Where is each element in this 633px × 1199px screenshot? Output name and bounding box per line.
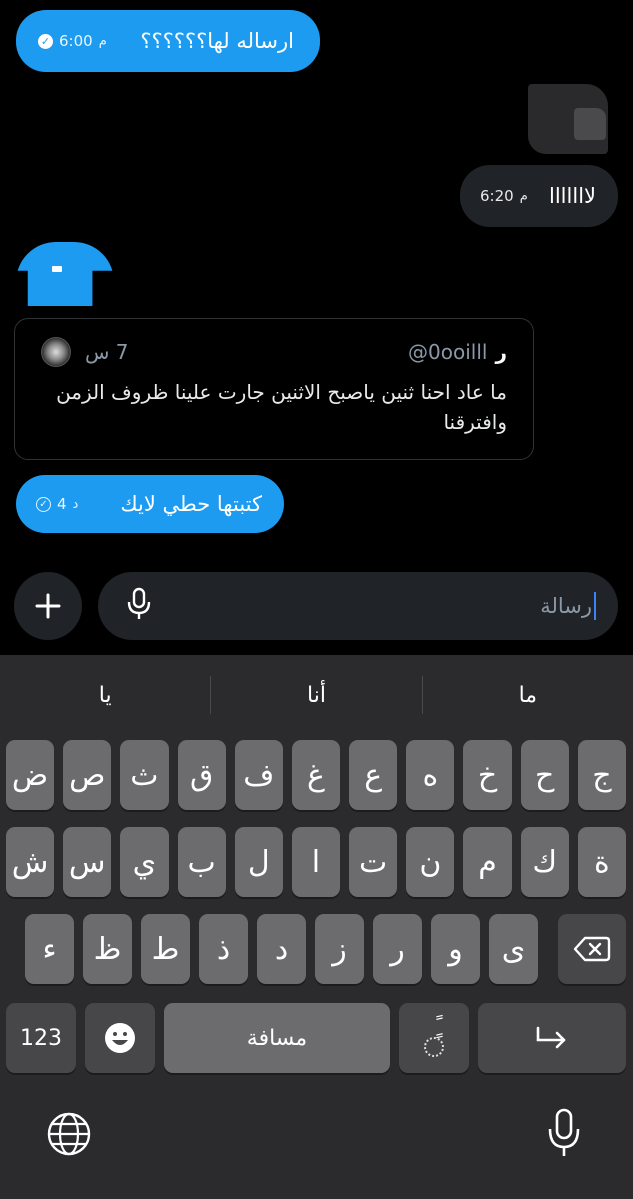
emoji-icon xyxy=(105,1023,135,1053)
key[interactable]: ء xyxy=(25,914,74,984)
dictation-mic-icon[interactable] xyxy=(546,1107,582,1159)
message-time: 4 xyxy=(57,495,67,513)
key[interactable]: س xyxy=(63,827,112,897)
message-time: 6:20 xyxy=(480,187,514,205)
key[interactable]: ع xyxy=(349,740,398,810)
key[interactable]: ن xyxy=(406,827,455,897)
message-meta: ✓ 6:00 م xyxy=(38,32,107,50)
message-ampm: م xyxy=(519,188,528,204)
backspace-icon xyxy=(573,936,611,962)
message-text: ارساله لها؟؟؟؟؟؟ xyxy=(140,29,294,53)
dotted-circle-icon xyxy=(424,1037,444,1057)
quoted-tweet-header: 7 س @0ooilll ر xyxy=(41,337,507,367)
globe-icon[interactable] xyxy=(46,1111,92,1157)
media-indicator-icon xyxy=(52,266,62,272)
quoted-tweet-handle: @0ooilll xyxy=(408,340,488,364)
message-input[interactable] xyxy=(210,593,594,619)
suggestion-1[interactable]: ما xyxy=(423,683,633,708)
key[interactable]: ب xyxy=(177,827,226,897)
quoted-tweet-text: ما عاد احنا ثنين ياصبح الاثنين جارت علين… xyxy=(56,380,507,434)
suggestion-2[interactable]: أنا xyxy=(211,683,421,708)
key[interactable]: ح xyxy=(520,740,569,810)
key[interactable]: ف xyxy=(234,740,283,810)
key[interactable]: غ xyxy=(291,740,341,810)
message-time: 6:00 xyxy=(59,32,93,50)
suggestion-3[interactable]: يا xyxy=(0,683,210,708)
key[interactable]: ض xyxy=(5,740,55,810)
message-ampm: م xyxy=(98,33,107,49)
key[interactable]: ذ xyxy=(199,914,248,984)
key[interactable]: ظ xyxy=(83,914,132,984)
key[interactable]: ى xyxy=(489,914,538,984)
read-check-icon: ✓ xyxy=(38,33,53,49)
key[interactable]: ا xyxy=(291,827,341,897)
backspace-key[interactable] xyxy=(558,914,626,984)
key[interactable]: ش xyxy=(5,827,55,897)
shared-media-preview[interactable] xyxy=(16,242,114,306)
space-key[interactable]: مسافة xyxy=(164,1003,390,1073)
key[interactable]: ص xyxy=(63,740,112,810)
message-bubble-sent[interactable]: ✓ 6:00 م ارساله لها؟؟؟؟؟؟ xyxy=(16,10,320,72)
suggestion-bar: ما أنا يا xyxy=(0,673,633,717)
quoted-tweet-author: 7 س xyxy=(41,337,129,367)
key[interactable]: ر xyxy=(373,914,422,984)
key[interactable]: ي xyxy=(120,827,169,897)
microphone-icon[interactable] xyxy=(126,587,152,625)
message-bubble-sent[interactable]: ✓ 4 د كتبتها حطي لايك xyxy=(16,475,284,533)
quoted-tweet-card[interactable]: 7 س @0ooilll ر ما عاد احنا ثنين ياصبح ال… xyxy=(14,318,534,460)
quoted-tweet-time: 7 س xyxy=(85,340,129,364)
quoted-tweet-name: ر xyxy=(495,340,507,364)
key[interactable]: خ xyxy=(463,740,512,810)
add-attachment-button[interactable] xyxy=(14,572,82,640)
message-ampm: د xyxy=(72,496,79,512)
quoted-tweet-user: @0ooilll ر xyxy=(408,340,507,364)
key-row-2: ة ك م ن ت ا ل ب ي س ش xyxy=(5,827,626,897)
media-shape xyxy=(16,242,114,306)
key[interactable]: د xyxy=(257,914,306,984)
keyboard: ما أنا يا ج ح خ ه ع غ ف ق ث ص ض ة ك م ن … xyxy=(0,655,633,1199)
suggestion-divider xyxy=(421,676,423,714)
key[interactable]: م xyxy=(463,827,512,897)
key[interactable]: ك xyxy=(520,827,569,897)
key[interactable]: ة xyxy=(577,827,626,897)
key[interactable]: ق xyxy=(177,740,226,810)
numbers-key[interactable]: 123 xyxy=(6,1003,76,1073)
key[interactable]: ط xyxy=(141,914,190,984)
key[interactable]: ج xyxy=(577,740,626,810)
key[interactable]: و xyxy=(431,914,480,984)
space-label: مسافة xyxy=(246,1025,308,1051)
key[interactable]: ل xyxy=(234,827,283,897)
key-row-1: ج ح خ ه ع غ ف ق ث ص ض xyxy=(5,740,626,810)
message-meta: 6:20 م xyxy=(480,187,528,205)
emoji-key[interactable] xyxy=(85,1003,155,1073)
return-arrow-icon xyxy=(536,1026,566,1049)
suggestion-divider xyxy=(210,676,212,714)
text-caret xyxy=(594,592,596,620)
message-text: كتبتها حطي لايك xyxy=(120,492,262,516)
sent-check-icon: ✓ xyxy=(36,496,51,512)
avatar[interactable] xyxy=(41,337,71,367)
image-thumbnail xyxy=(574,108,606,140)
plus-icon xyxy=(35,593,61,619)
message-meta: ✓ 4 د xyxy=(36,495,78,513)
diacritics-key[interactable]: ًٍ xyxy=(399,1003,469,1073)
key[interactable]: ث xyxy=(120,740,169,810)
image-attachment[interactable] xyxy=(528,84,608,154)
message-composer[interactable] xyxy=(98,572,618,640)
message-text: لااااااا xyxy=(549,184,596,208)
key[interactable]: ه xyxy=(406,740,455,810)
return-key[interactable] xyxy=(478,1003,626,1073)
numbers-label: 123 xyxy=(20,1025,62,1051)
key-row-3: ى و ر ز د ذ ط ظ ء xyxy=(6,914,626,984)
key[interactable]: ز xyxy=(315,914,364,984)
key[interactable]: ت xyxy=(349,827,398,897)
message-bubble-received[interactable]: 6:20 م لااااااا xyxy=(460,165,618,227)
